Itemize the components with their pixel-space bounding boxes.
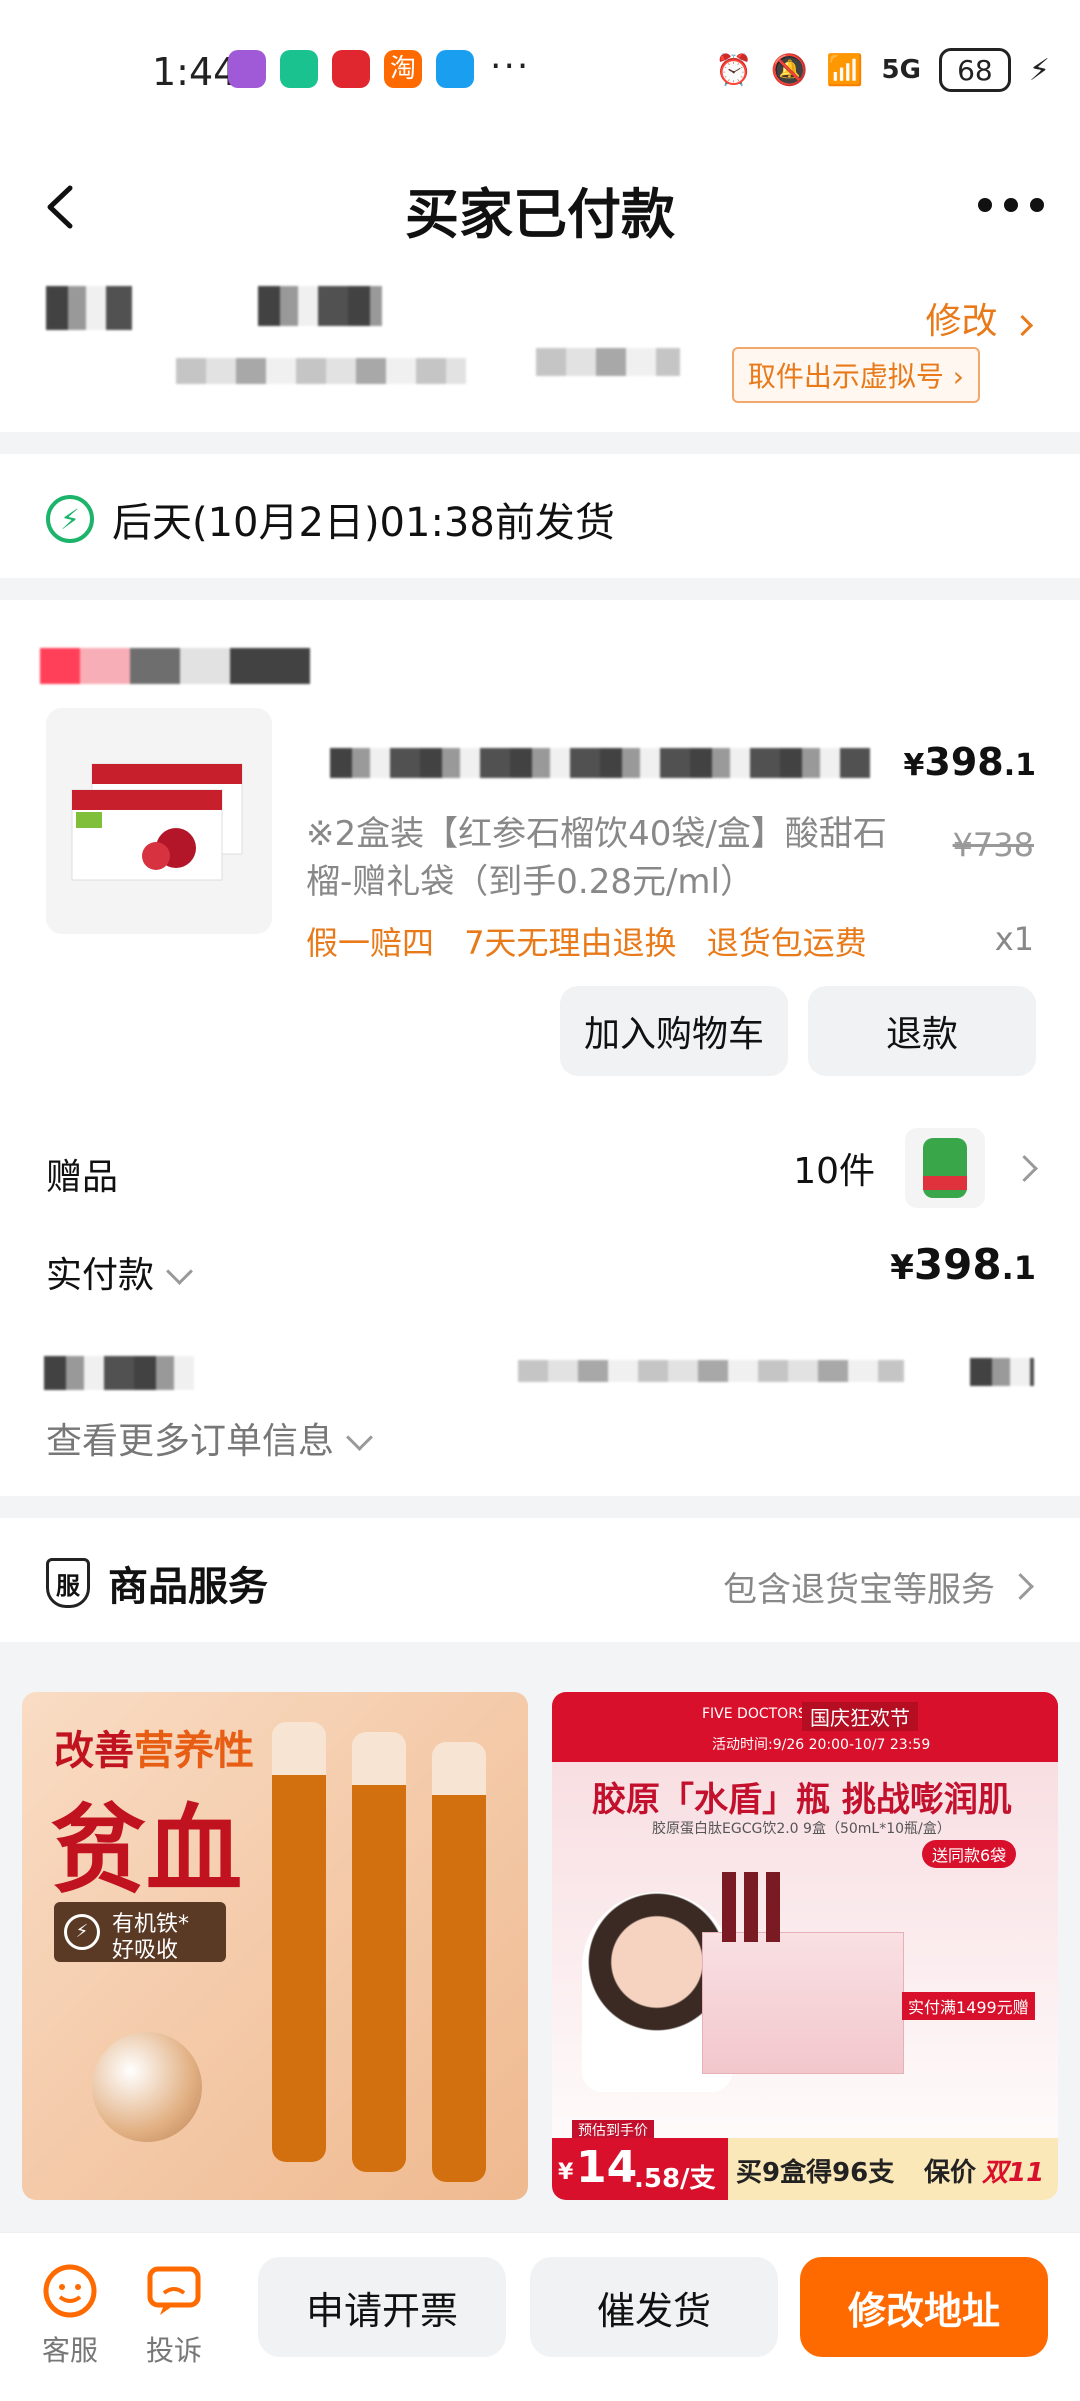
- nav-bar: 买家已付款: [0, 140, 1080, 272]
- service-detail[interactable]: 包含退货宝等服务: [723, 1562, 1034, 1611]
- lightning-icon: ⚡: [46, 495, 94, 543]
- banner-headline: 改善营养性: [54, 1728, 254, 1774]
- more-notifications-icon: ···: [490, 46, 531, 87]
- vial-2: [352, 1732, 406, 2172]
- gifts-row[interactable]: 10件: [793, 1128, 1038, 1208]
- service-title: 商品服务: [108, 1564, 268, 1610]
- redacted-copy: [970, 1358, 1034, 1386]
- gift-thumbnail: [905, 1128, 985, 1208]
- modify-address-link[interactable]: 修改: [926, 292, 1034, 344]
- service-card[interactable]: 服 商品服务 包含退货宝等服务: [0, 1518, 1080, 1642]
- redacted-shop-name: [40, 648, 310, 684]
- gift-tag: 送同款6袋: [922, 1840, 1017, 1868]
- ad-banner-iron-supplement[interactable]: 改善营养性 贫血 ⚡ 有机铁* 好吸收: [22, 1692, 528, 2200]
- pickup-virtual-number-button[interactable]: 取件出示虚拟号 ›: [731, 347, 980, 403]
- order-card: ¥398.1 ※2盒装【红参石榴饮40袋/盒】酸甜石榴-赠礼袋（到手0.28元/…: [0, 600, 1080, 1496]
- modify-address-button[interactable]: 修改地址: [800, 2257, 1048, 2357]
- shipping-card: ⚡ 后天(10月2日)01:38前发货: [0, 454, 1080, 578]
- collagen-subline: 胶原蛋白肽EGCG饮2.0 9盒（50mL*10瓶/盒）: [652, 1821, 951, 1837]
- vial-3: [432, 1742, 486, 2182]
- chevron-right-icon: [1007, 1573, 1034, 1600]
- product-image: [46, 708, 272, 934]
- request-invoice-button[interactable]: 申请开票: [258, 2257, 506, 2357]
- status-time: 1:44: [152, 50, 238, 94]
- product-thumbnail[interactable]: [46, 708, 272, 934]
- redacted-phone: [258, 286, 382, 326]
- more-order-info-toggle[interactable]: 查看更多订单信息: [46, 1412, 373, 1464]
- gifts-label: 赠品: [46, 1157, 119, 1198]
- lightning-icon: ⚡: [64, 1914, 100, 1950]
- taobao-icon: 淘: [384, 50, 422, 88]
- promo-label: 实付满1499元赠: [902, 1992, 1035, 2020]
- redacted-address-2: [536, 348, 680, 376]
- charging-icon: ⚡: [1028, 52, 1050, 88]
- unit-price: ¥ 14 .58/支: [552, 2138, 728, 2200]
- gifts-count: 10件: [793, 1151, 875, 1192]
- product-spec: ※2盒装【红参石榴饮40袋/盒】酸甜石榴-赠礼袋（到手0.28元/ml）: [306, 814, 887, 902]
- chevron-right-icon: [1011, 314, 1034, 337]
- tag-fake-compensation: 假一赔四: [306, 924, 435, 962]
- redacted-address: [176, 358, 466, 384]
- chevron-down-icon: [346, 1424, 373, 1451]
- network-type: 5G: [881, 55, 921, 85]
- purple-app-icon: [228, 50, 266, 88]
- battery-level: 68: [957, 53, 993, 87]
- shipping-deadline: 后天(10月2日)01:38前发货: [112, 500, 615, 546]
- collagen-headline: 胶原「水盾」瓶 挑战嘭润肌: [592, 1780, 1012, 1820]
- redacted-product-title: [330, 748, 870, 778]
- original-price: ¥738: [952, 826, 1034, 864]
- battery-icon: 68: [938, 48, 1011, 92]
- deal-strip: 买9盒得96支 保价 双11: [728, 2138, 1058, 2200]
- price-tag-label: 预估到手价: [572, 2120, 654, 2140]
- alarm-icon: ⏰: [715, 52, 753, 88]
- refund-button[interactable]: 退款: [808, 986, 1036, 1076]
- product-price: ¥398.1: [903, 740, 1036, 784]
- redacted-order-label: [44, 1356, 194, 1390]
- product-bottles: [722, 1872, 782, 1942]
- paid-amount: ¥398.1: [890, 1240, 1036, 1289]
- page-title: 买家已付款: [405, 183, 675, 246]
- tag-seven-day-return: 7天无理由退换: [464, 924, 677, 962]
- vial-1: [272, 1722, 326, 2162]
- status-bar: 1:44 淘 ··· ⏰ 🔕 📶 5G 68 ⚡: [0, 0, 1080, 140]
- brand-label: FIVE DOCTORS: [702, 1706, 807, 1722]
- green-chat-icon: [280, 50, 318, 88]
- status-indicators: ⏰ 🔕 📶 5G 68 ⚡: [715, 48, 1050, 92]
- complain-icon[interactable]: [144, 2263, 204, 2323]
- more-options-icon[interactable]: [978, 198, 1044, 212]
- activity-time: 活动时间:9/26 20:00-10/7 23:59: [712, 1737, 931, 1753]
- customer-service-icon[interactable]: [40, 2263, 100, 2323]
- wifi-icon: 📶: [826, 52, 864, 88]
- glass-sphere: [92, 2032, 202, 2142]
- redacted-order-number: [518, 1360, 904, 1382]
- chevron-down-icon: [166, 1258, 193, 1285]
- product-boxes: [702, 1932, 904, 2074]
- add-to-cart-button[interactable]: 加入购物车: [560, 986, 788, 1076]
- urge-shipment-button[interactable]: 催发货: [530, 2257, 778, 2357]
- blue-app-icon: [436, 50, 474, 88]
- customer-service-label[interactable]: 客服: [42, 2329, 98, 2369]
- festival-label: 国庆狂欢节: [802, 1702, 918, 1731]
- bottom-action-bar: 客服 投诉 申请开票 催发货 修改地址: [0, 2232, 1080, 2401]
- mute-icon: 🔕: [770, 52, 809, 88]
- address-card[interactable]: 修改 取件出示虚拟号 ›: [0, 272, 1080, 432]
- redacted-name: [46, 286, 132, 330]
- paid-amount-toggle[interactable]: 实付款: [46, 1246, 193, 1298]
- ad-banner-collagen[interactable]: FIVE DOCTORS 国庆狂欢节 活动时间:9/26 20:00-10/7 …: [552, 1692, 1058, 2200]
- complain-label[interactable]: 投诉: [146, 2329, 202, 2369]
- tag-free-return-shipping: 退货包运费: [706, 924, 867, 962]
- chevron-right-icon: [1011, 1154, 1038, 1182]
- product-tags: 假一赔四 7天无理由退换 退货包运费: [306, 918, 887, 964]
- banner-big-text: 贫血: [50, 1794, 242, 1906]
- shield-service-icon: 服: [46, 1558, 90, 1608]
- red-bank-icon: [332, 50, 370, 88]
- quantity: x1: [994, 920, 1034, 958]
- banner-badge: ⚡ 有机铁* 好吸收: [54, 1902, 226, 1963]
